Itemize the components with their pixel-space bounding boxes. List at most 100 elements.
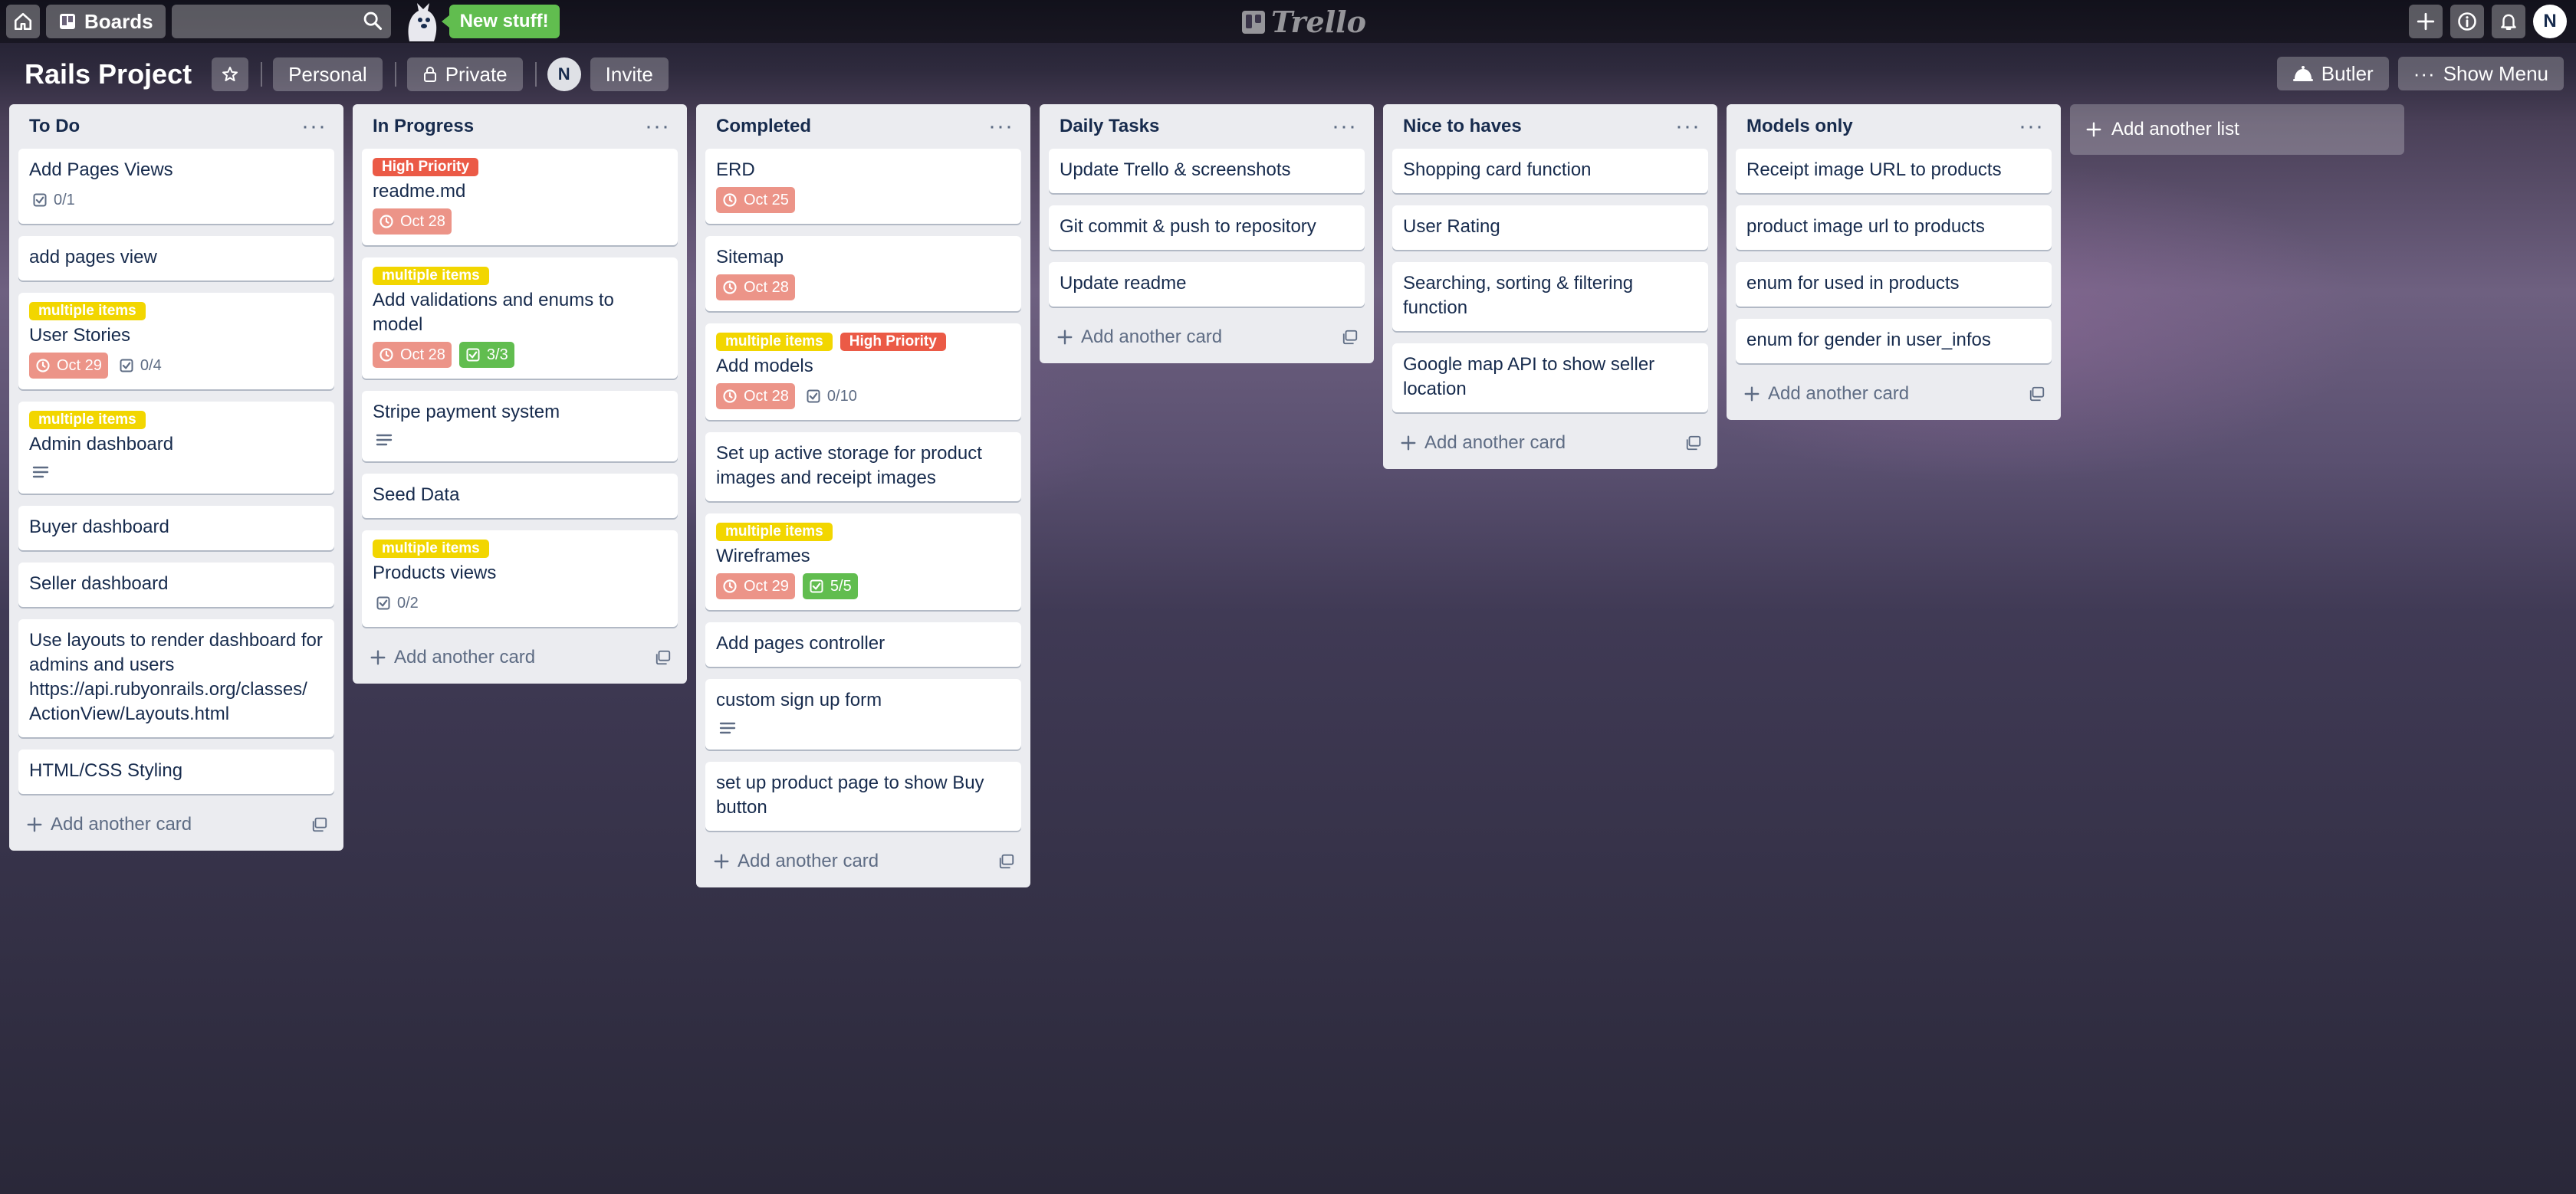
butler-button[interactable]: Butler xyxy=(2276,57,2389,90)
card[interactable]: multiple items Admin dashboard xyxy=(18,402,334,494)
card[interactable]: multiple items User Stories Oct 29 0/4 xyxy=(18,293,334,389)
due-date-badge[interactable]: Oct 28 xyxy=(716,274,795,300)
trello-logo[interactable]: Trello xyxy=(1242,5,1366,39)
info-button[interactable] xyxy=(2450,5,2484,38)
create-button[interactable] xyxy=(2409,5,2443,38)
due-date-badge[interactable]: Oct 25 xyxy=(716,187,795,213)
card[interactable]: custom sign up form xyxy=(705,679,1021,750)
card-title: Update readme xyxy=(1060,273,1187,294)
add-card-button[interactable]: Add another card xyxy=(1736,376,2052,412)
card-template-icon[interactable] xyxy=(1342,329,1359,346)
card[interactable]: Stripe payment system xyxy=(362,391,678,461)
add-card-button[interactable]: Add another card xyxy=(1049,319,1365,356)
list-title[interactable]: Daily Tasks xyxy=(1060,116,1159,137)
notifications-button[interactable] xyxy=(2492,5,2525,38)
card[interactable]: Seller dashboard xyxy=(18,563,334,607)
card[interactable]: Receipt image URL to products xyxy=(1736,149,2052,193)
card-label[interactable]: multiple items xyxy=(373,267,489,285)
card[interactable]: Use layouts to render dashboard for admi… xyxy=(18,619,334,737)
invite-button[interactable]: Invite xyxy=(590,57,669,91)
list-2: Completed ··· ERD Oct 25 Sitemap Oct 28 multip… xyxy=(696,104,1030,887)
card[interactable]: Seed Data xyxy=(362,474,678,518)
card-label[interactable]: High Priority xyxy=(373,158,479,176)
taco-mascot-icon[interactable] xyxy=(399,0,445,43)
card-label[interactable]: multiple items xyxy=(29,302,146,320)
show-menu-label: Show Menu xyxy=(2443,61,2548,85)
card-label[interactable]: multiple items xyxy=(716,333,833,351)
card[interactable]: enum for used in products xyxy=(1736,262,2052,307)
card[interactable]: Buyer dashboard xyxy=(18,506,334,550)
add-list-button[interactable]: Add another list xyxy=(2070,104,2404,155)
card-template-icon[interactable] xyxy=(1685,435,1702,451)
list-menu-icon[interactable]: ··· xyxy=(645,113,670,139)
list-title[interactable]: Models only xyxy=(1746,116,1853,137)
card[interactable]: multiple items Wireframes Oct 29 5/5 xyxy=(705,513,1021,610)
card[interactable]: product image url to products xyxy=(1736,205,2052,250)
card[interactable]: Add Pages Views 0/1 xyxy=(18,149,334,224)
card-template-icon[interactable] xyxy=(998,853,1015,870)
card[interactable]: Update readme xyxy=(1049,262,1365,307)
board-title[interactable]: Rails Project xyxy=(25,58,192,90)
star-board-button[interactable] xyxy=(212,57,249,91)
home-button[interactable] xyxy=(6,5,40,38)
due-date-badge[interactable]: Oct 29 xyxy=(716,573,795,599)
card-template-icon[interactable] xyxy=(2029,385,2045,402)
list-menu-icon[interactable]: ··· xyxy=(1675,113,1700,139)
card[interactable]: set up product page to show Buy button xyxy=(705,762,1021,831)
list-menu-icon[interactable]: ··· xyxy=(301,113,327,139)
show-menu-button[interactable]: ··· Show Menu xyxy=(2397,57,2564,90)
visibility-button[interactable]: Private xyxy=(406,57,523,91)
card[interactable]: Sitemap Oct 28 xyxy=(705,236,1021,311)
due-date-badge[interactable]: Oct 28 xyxy=(373,208,452,235)
card[interactable]: ERD Oct 25 xyxy=(705,149,1021,224)
list-menu-icon[interactable]: ··· xyxy=(1332,113,1357,139)
card-badges: Oct 25 xyxy=(716,187,1010,213)
card[interactable]: HTML/CSS Styling xyxy=(18,750,334,794)
card-label[interactable]: High Priority xyxy=(840,333,946,351)
card[interactable]: multiple items Products views 0/2 xyxy=(362,530,678,627)
list-menu-icon[interactable]: ··· xyxy=(988,113,1014,139)
card[interactable]: High Priority readme.md Oct 28 xyxy=(362,149,678,245)
user-avatar[interactable]: N xyxy=(2533,5,2567,38)
card[interactable]: Shopping card function xyxy=(1392,149,1708,193)
due-date-badge[interactable]: Oct 28 xyxy=(716,383,795,409)
boards-button[interactable]: Boards xyxy=(46,5,166,38)
due-date-badge[interactable]: Oct 29 xyxy=(29,353,108,379)
search-input[interactable] xyxy=(171,5,391,38)
list-title[interactable]: In Progress xyxy=(373,116,474,137)
card[interactable]: Searching, sorting & filtering function xyxy=(1392,262,1708,331)
due-date-badge[interactable]: Oct 28 xyxy=(373,342,452,368)
add-card-button[interactable]: Add another card xyxy=(1392,425,1708,461)
team-button[interactable]: Personal xyxy=(273,57,383,91)
card[interactable]: Add pages controller xyxy=(705,622,1021,667)
card-label[interactable]: multiple items xyxy=(716,523,833,541)
card-template-icon[interactable] xyxy=(655,649,672,666)
plus-icon xyxy=(713,853,730,870)
member-avatar[interactable]: N xyxy=(547,57,581,91)
card[interactable]: Google map API to show seller location xyxy=(1392,343,1708,412)
list-header: Daily Tasks ··· xyxy=(1049,104,1365,149)
card[interactable]: User Rating xyxy=(1392,205,1708,250)
card[interactable]: Set up active storage for product images… xyxy=(705,432,1021,501)
checklist-icon xyxy=(119,358,134,373)
list-title[interactable]: Completed xyxy=(716,116,811,137)
card-title: Seller dashboard xyxy=(29,573,169,594)
checklist-count: 0/1 xyxy=(54,192,75,208)
list-title[interactable]: To Do xyxy=(29,116,80,137)
card[interactable]: add pages view xyxy=(18,236,334,280)
add-card-button[interactable]: Add another card xyxy=(18,806,334,843)
add-card-button[interactable]: Add another card xyxy=(362,639,678,676)
card-label[interactable]: multiple items xyxy=(373,540,489,558)
list-title[interactable]: Nice to haves xyxy=(1403,116,1522,137)
add-card-button[interactable]: Add another card xyxy=(705,843,1021,880)
card[interactable]: multiple items Add validations and enums … xyxy=(362,257,678,379)
new-stuff-button[interactable]: New stuff! xyxy=(441,5,560,38)
card[interactable]: enum for gender in user_infos xyxy=(1736,319,2052,363)
card[interactable]: Git commit & push to repository xyxy=(1049,205,1365,250)
card-title: add pages view xyxy=(29,247,157,267)
card[interactable]: multiple items High Priority Add models Oct… xyxy=(705,323,1021,420)
card-label[interactable]: multiple items xyxy=(29,411,146,429)
card[interactable]: Update Trello & screenshots xyxy=(1049,149,1365,193)
list-menu-icon[interactable]: ··· xyxy=(2019,113,2044,139)
card-template-icon[interactable] xyxy=(311,816,328,833)
